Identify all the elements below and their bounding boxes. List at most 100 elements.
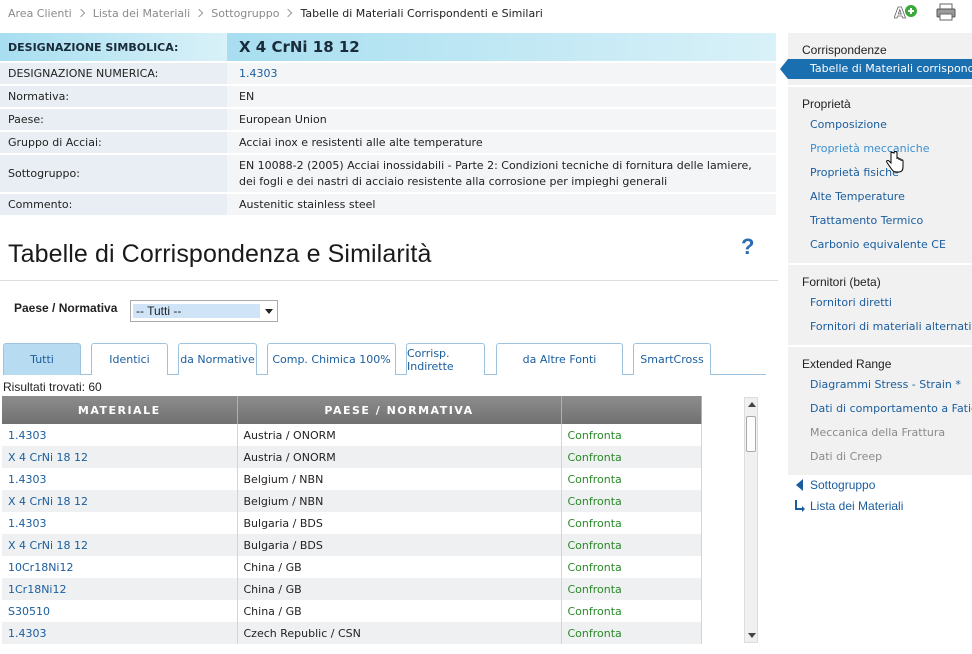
results-count: Risultati trovati: 60 <box>3 380 102 394</box>
material-link[interactable]: S30510 <box>2 600 238 622</box>
column-header-country[interactable]: PAESE / NORMATIVA <box>237 396 562 424</box>
compare-link[interactable]: Confronta <box>561 468 702 490</box>
material-link[interactable]: 1.4303 <box>2 424 238 446</box>
country-standard-cell: Czech Republic / CSN <box>237 622 562 644</box>
country-standard-cell: Austria / ONORM <box>237 446 562 468</box>
info-label-country: Paese: <box>0 108 227 132</box>
sidebar-item-fatica[interactable]: Dati di comportamento a Fatica * <box>802 397 972 421</box>
triangle-left-icon <box>796 478 803 491</box>
results-table: MATERIALE PAESE / NORMATIVA 1.4303 Austri… <box>2 396 702 644</box>
breadcrumb-area-clienti[interactable]: Area Clienti <box>8 7 72 20</box>
compare-link[interactable]: Confronta <box>561 556 702 578</box>
compare-link[interactable]: Confronta <box>561 578 702 600</box>
info-label-steel-group: Gruppo di Acciai: <box>0 131 227 155</box>
chevron-down-icon <box>265 309 273 314</box>
table-row: X 4 CrNi 18 12 Bulgaria / BDS Confronta <box>2 534 702 556</box>
info-label-numeric: DESIGNAZIONE NUMERICA: <box>0 62 227 86</box>
select-value: -- Tutti -- <box>133 304 260 318</box>
info-value-country: European Union <box>227 108 776 132</box>
scroll-up-icon[interactable] <box>748 402 756 407</box>
country-standard-cell: China / GB <box>237 578 562 600</box>
info-value-numeric-link[interactable]: 1.4303 <box>239 67 278 80</box>
sidebar-heading: Proprietà <box>802 97 851 111</box>
compare-link[interactable]: Confronta <box>561 446 702 468</box>
sidebar-item-composizione[interactable]: Composizione <box>802 113 972 137</box>
info-value-steel-group: Acciai inox e resistenti alle alte tempe… <box>227 131 776 155</box>
breadcrumb-lista-materiali[interactable]: Lista dei Materiali <box>93 7 191 20</box>
breadcrumb-current: Tabelle di Materiali Corrispondenti e Si… <box>300 6 543 20</box>
sidebar-item-trattamento-termico[interactable]: Trattamento Termico <box>802 209 972 233</box>
results-scrollbar[interactable] <box>744 397 758 643</box>
sidebar: Corrispondenze Tabelle di Materiali corr… <box>780 33 972 475</box>
material-link[interactable]: X 4 CrNi 18 12 <box>2 490 238 512</box>
table-row: X 4 CrNi 18 12 Austria / ONORM Confronta <box>2 446 702 468</box>
material-link[interactable]: 10Cr18Ni12 <box>2 556 238 578</box>
material-link[interactable]: 1.4303 <box>2 512 238 534</box>
compare-link[interactable]: Confronta <box>561 512 702 534</box>
sidebar-heading: Fornitori (beta) <box>802 275 881 289</box>
back-link-label: Lista dei Materiali <box>810 498 904 513</box>
sidebar-item-tabelle-corrispondenti[interactable]: Tabelle di Materiali corrispondenti <box>780 59 972 79</box>
scroll-thumb[interactable] <box>746 416 756 452</box>
country-standard-cell: Belgium / NBN <box>237 468 562 490</box>
column-header-material[interactable]: MATERIALE <box>2 396 238 424</box>
info-label-symbolic: DESIGNAZIONE SIMBOLICA: <box>0 33 227 63</box>
info-value-subgroup: EN 10088-2 (2005) Acciai inossidabili - … <box>227 154 776 194</box>
sidebar-item-stress-strain[interactable]: Diagrammi Stress - Strain * <box>802 373 972 397</box>
material-link[interactable]: 1Cr18Ni12 <box>2 578 238 600</box>
country-standard-cell: Belgium / NBN <box>237 490 562 512</box>
tab-da-altre-fonti[interactable]: da Altre Fonti <box>496 343 623 375</box>
divider <box>0 280 778 281</box>
tab-bar: Tutti Identici da Normative Comp. Chimic… <box>3 343 766 375</box>
filter-label: Paese / Normativa <box>14 301 118 315</box>
svg-text:A: A <box>894 4 906 21</box>
sidebar-group-proprieta: Proprietà Composizione Proprietà meccani… <box>788 87 972 263</box>
page-title: Tabelle di Corrispondenza e Similarità <box>8 240 432 268</box>
back-link-label: Sottogruppo <box>810 477 876 492</box>
back-link-sottogruppo[interactable]: Sottogruppo <box>794 474 903 495</box>
tab-tutti[interactable]: Tutti <box>3 343 81 375</box>
back-link-lista-materiali[interactable]: Lista dei Materiali <box>794 495 903 516</box>
country-standard-select[interactable]: -- Tutti -- <box>130 300 278 322</box>
sidebar-group-corrispondenze: Corrispondenze Tabelle di Materiali corr… <box>780 33 972 85</box>
material-info-table: DESIGNAZIONE SIMBOLICA: X 4 CrNi 18 12 D… <box>0 33 776 217</box>
table-row: X 4 CrNi 18 12 Belgium / NBN Confronta <box>2 490 702 512</box>
country-standard-cell: China / GB <box>237 556 562 578</box>
sidebar-group-fornitori: Fornitori (beta) Fornitori diretti Forni… <box>788 265 972 345</box>
help-icon[interactable]: ? <box>741 234 754 260</box>
font-size-plus-icon[interactable]: A <box>894 3 918 21</box>
top-toolbar: A <box>894 3 958 21</box>
tab-smartcross[interactable]: SmartCross <box>633 343 711 375</box>
column-header-action <box>561 396 702 424</box>
compare-link[interactable]: Confronta <box>561 424 702 446</box>
material-link[interactable]: 1.4303 <box>2 468 238 490</box>
material-link[interactable]: X 4 CrNi 18 12 <box>2 534 238 556</box>
material-link[interactable]: 1.4303 <box>2 622 238 644</box>
chevron-right-icon <box>194 8 204 18</box>
compare-link[interactable]: Confronta <box>561 622 702 644</box>
material-link[interactable]: X 4 CrNi 18 12 <box>2 446 238 468</box>
sidebar-item-fornitori-diretti[interactable]: Fornitori diretti <box>802 291 972 315</box>
tab-identici[interactable]: Identici <box>91 343 168 375</box>
table-row: 1.4303 Belgium / NBN Confronta <box>2 468 702 490</box>
sidebar-heading: Corrispondenze <box>802 43 887 57</box>
sidebar-heading: Extended Range <box>802 357 892 371</box>
tab-comp-chimica[interactable]: Comp. Chimica 100% <box>267 343 396 375</box>
chevron-right-icon <box>76 8 85 18</box>
tab-da-normative[interactable]: da Normative <box>178 343 257 375</box>
sidebar-item-alte-temperature[interactable]: Alte Temperature <box>802 185 972 209</box>
compare-link[interactable]: Confronta <box>561 490 702 512</box>
scroll-down-icon[interactable] <box>748 633 756 638</box>
hand-cursor-icon <box>886 151 904 173</box>
info-label-standard: Normativa: <box>0 85 227 109</box>
info-value-standard: EN <box>227 85 776 109</box>
tab-corrisp-indirette[interactable]: Corrisp. Indirette <box>406 343 485 375</box>
compare-link[interactable]: Confronta <box>561 534 702 556</box>
sidebar-item-fornitori-alternativi[interactable]: Fornitori di materiali alternativi <box>802 315 972 339</box>
chevron-right-icon <box>284 8 293 18</box>
compare-link[interactable]: Confronta <box>561 600 702 622</box>
country-standard-cell: Bulgaria / BDS <box>237 534 562 556</box>
sidebar-item-carbonio-equivalente[interactable]: Carbonio equivalente CE <box>802 233 972 257</box>
print-icon[interactable] <box>934 3 958 21</box>
breadcrumb-sottogruppo[interactable]: Sottogruppo <box>211 7 279 20</box>
